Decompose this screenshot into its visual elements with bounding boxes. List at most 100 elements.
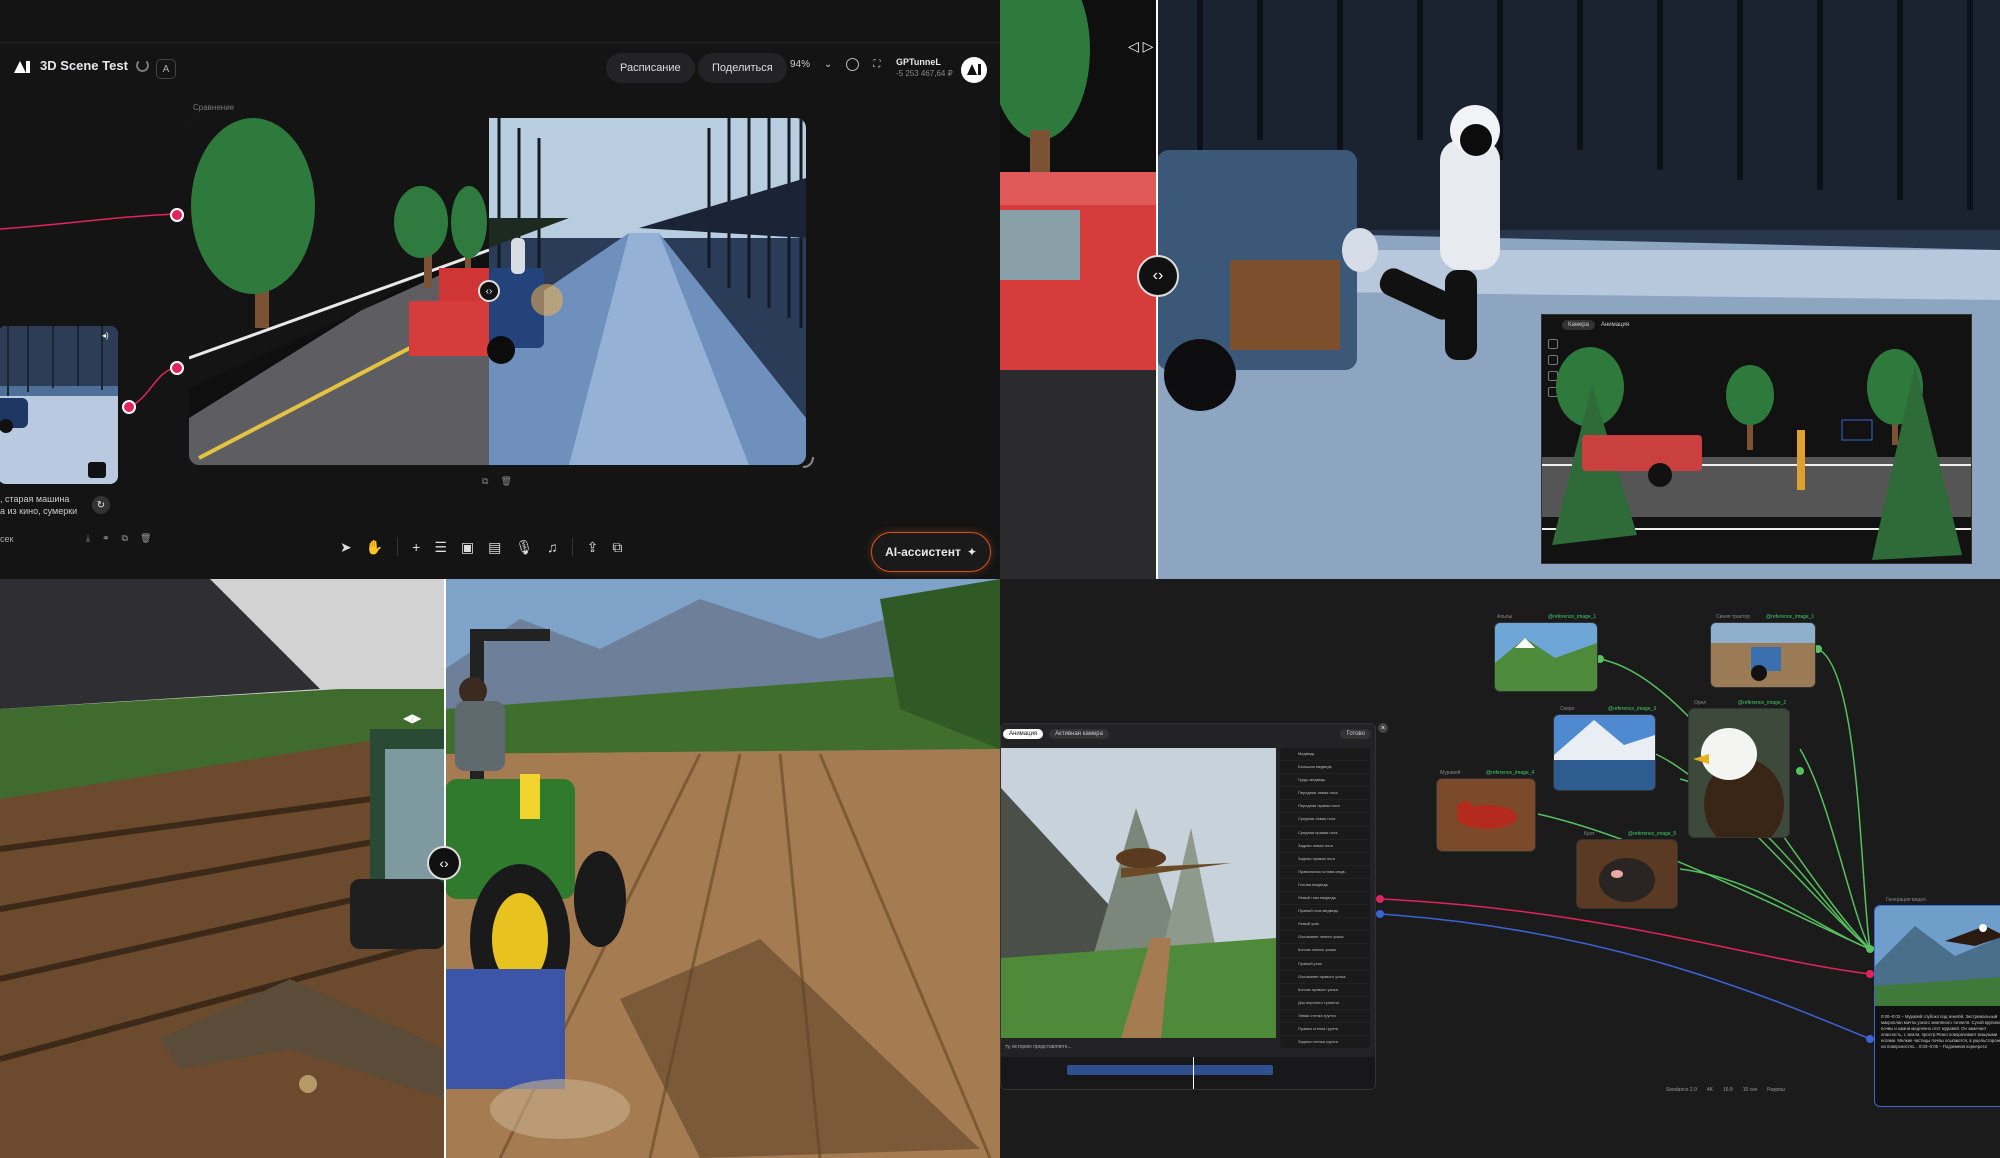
animation-timeline[interactable]	[1001, 1057, 1375, 1089]
toolbar-divider	[397, 538, 399, 556]
aspect-ratio-label[interactable]: 16:9	[1723, 1087, 1733, 1093]
tab-animation[interactable]: Анимация	[1003, 729, 1044, 739]
layer-item[interactable]: Левая стенка грунта	[1280, 1010, 1370, 1023]
user-account[interactable]: GPTunneL -5 253 467,64 ₽	[896, 57, 953, 79]
ai-assistant-button[interactable]: AI-ассистент ✦	[871, 532, 991, 572]
copy-icon[interactable]: ⧉	[122, 533, 128, 544]
resolution-label[interactable]: 4K	[1707, 1087, 1713, 1093]
music-icon[interactable]: ♫	[547, 539, 558, 555]
layers-list[interactable]: Медведь Большая медведь Грудь медведь Пе…	[1280, 748, 1370, 1048]
3d-scene-render	[1542, 347, 1971, 560]
avatar[interactable]	[961, 57, 987, 83]
text-icon[interactable]: ☰	[434, 539, 447, 556]
compare-slider-handle[interactable]: ‹›	[478, 280, 500, 302]
timeline-playhead[interactable]	[1193, 1057, 1194, 1089]
duration-label[interactable]: 10 сек	[1743, 1087, 1757, 1093]
hand-icon[interactable]: ✋	[366, 539, 383, 556]
regenerate-icon[interactable]: ↻	[92, 496, 110, 514]
layer-item[interactable]: Правый глаз медведь	[1280, 905, 1370, 919]
image-node-tractor[interactable]	[1710, 622, 1816, 688]
layer-item[interactable]: Средняя левая нога	[1280, 813, 1370, 827]
video-node-thumbnail[interactable]: ◂)	[0, 326, 118, 484]
resize-handle-icon[interactable]	[801, 455, 815, 469]
video-result-node[interactable]: 0:00–0:03 – Муравей глубоко под землёй. …	[1874, 905, 2000, 1107]
tractor-comparison-image	[0, 579, 1000, 1158]
video-icon[interactable]: ▤	[488, 539, 501, 556]
theme-icon[interactable]	[846, 58, 860, 71]
chevron-down-icon[interactable]: ⌄	[824, 59, 832, 70]
layer-item[interactable]: Правая стенка грунта	[1280, 1023, 1370, 1037]
image-icon[interactable]: ▣	[461, 539, 474, 556]
zoom-controls[interactable]: 94% ⌄ ⛶	[790, 58, 880, 71]
layer-item[interactable]: Основание правого усика	[1280, 971, 1370, 984]
generation-settings-bar: Seedance 2.0 4K 16:9 10 сек Разреш	[1666, 1087, 1785, 1093]
timeline-clip[interactable]	[1067, 1065, 1273, 1075]
mic-icon[interactable]: 🎙	[515, 539, 533, 556]
trash-icon[interactable]: 🗑	[140, 533, 151, 544]
connection-port[interactable]	[170, 208, 184, 222]
sparkle-icon: ✦	[966, 545, 977, 559]
node-title: Крот	[1584, 831, 1595, 837]
image-node-ant[interactable]	[1436, 778, 1536, 852]
compare-slider-handle[interactable]: ‹›	[427, 846, 461, 880]
panel-3d-viewport	[1001, 748, 1276, 1038]
layer-item[interactable]: Левый усик	[1280, 918, 1370, 932]
close-icon[interactable]: ×	[1378, 723, 1388, 733]
compare-slider-handle[interactable]: ‹›	[1137, 255, 1179, 297]
image-node-mole[interactable]	[1576, 839, 1678, 909]
node-title: Озеро	[1560, 706, 1575, 712]
upload-icon[interactable]: ⇪	[587, 539, 599, 556]
node-tag: @reference_image_4	[1486, 770, 1535, 776]
user-name: GPTunneL	[896, 57, 941, 67]
layer-item[interactable]: Большая медведь	[1280, 761, 1370, 775]
node-title: Муравей	[1440, 770, 1461, 776]
compare-arrows-icon: ◀▶	[403, 711, 422, 725]
image-node-lake[interactable]	[1553, 714, 1656, 791]
cursor-icon[interactable]: ➤	[340, 539, 352, 556]
download-icon[interactable]: ⤓	[86, 533, 90, 544]
zoom-level[interactable]: 94%	[790, 59, 810, 70]
node-tag: @reference_image_1	[1548, 614, 1597, 620]
comparison-viewer[interactable]: ‹›	[189, 118, 806, 465]
image-node-eagle[interactable]	[1688, 708, 1790, 838]
layer-item[interactable]: Передняя правая нога	[1280, 800, 1370, 814]
layer-item[interactable]: Дно верхнего туннеля	[1280, 997, 1370, 1010]
node-title: Синяя трактор	[1716, 614, 1750, 620]
copy-icon[interactable]: ⧉	[482, 476, 488, 487]
layer-item[interactable]: Задняя стенка грунта	[1280, 1036, 1370, 1048]
share-button[interactable]: Поделиться	[698, 53, 787, 83]
layer-item[interactable]: Голова медведь	[1280, 879, 1370, 893]
layer-item[interactable]: Основание левого усика	[1280, 931, 1370, 945]
layers-icon[interactable]: ⧉	[612, 539, 622, 556]
image-node-alps[interactable]	[1494, 622, 1598, 692]
ai-assistant-label: AI-ассистент	[885, 545, 961, 559]
trash-icon[interactable]: 🗑	[500, 476, 511, 487]
prompt-input[interactable]: ту, историю представляете...	[1001, 1040, 1280, 1054]
layer-item[interactable]: Задняя левая нога	[1280, 840, 1370, 853]
layer-item[interactable]: Средняя правая нога	[1280, 827, 1370, 840]
layer-item[interactable]: Грудь медведь	[1280, 774, 1370, 788]
duration-label: сек	[0, 534, 14, 544]
node-tag: @reference_image_2	[1738, 700, 1787, 706]
layer-item[interactable]: Правый усик	[1280, 958, 1370, 971]
connection-port[interactable]	[170, 361, 184, 375]
layer-item[interactable]: Медведь	[1280, 748, 1370, 762]
link-icon[interactable]: ⚭	[102, 533, 110, 544]
layer-item[interactable]: Кончик правого усика	[1280, 984, 1370, 997]
tab-active-camera[interactable]: Активная камера	[1049, 729, 1109, 739]
connection-port[interactable]	[122, 400, 136, 414]
node-graph-quadrant: Альпы @reference_image_1 Синяя трактор @…	[1000, 579, 2000, 1158]
model-label[interactable]: Seedance 2.0	[1666, 1087, 1697, 1093]
animation-editor-panel[interactable]: Анимация Активная камера Готово Медведь …	[1000, 723, 1376, 1090]
fit-screen-icon[interactable]: ⛶	[873, 59, 880, 70]
schedule-button[interactable]: Расписание	[606, 53, 695, 83]
layer-item[interactable]: Левый глаз медведь	[1280, 892, 1370, 906]
layer-item[interactable]: Правильная голова медв..	[1280, 866, 1370, 879]
layer-item[interactable]: Передняя левая нога	[1280, 787, 1370, 801]
node-title: Альпы	[1497, 614, 1513, 620]
plus-icon[interactable]: +	[412, 539, 420, 555]
resolution-setting-label[interactable]: Разреш	[1767, 1087, 1785, 1093]
layer-item[interactable]: Кончик левого усика	[1280, 944, 1370, 958]
3d-scene-inset[interactable]: Камера Анимация	[1541, 314, 1972, 564]
layer-item[interactable]: Задняя правая нога	[1280, 853, 1370, 866]
